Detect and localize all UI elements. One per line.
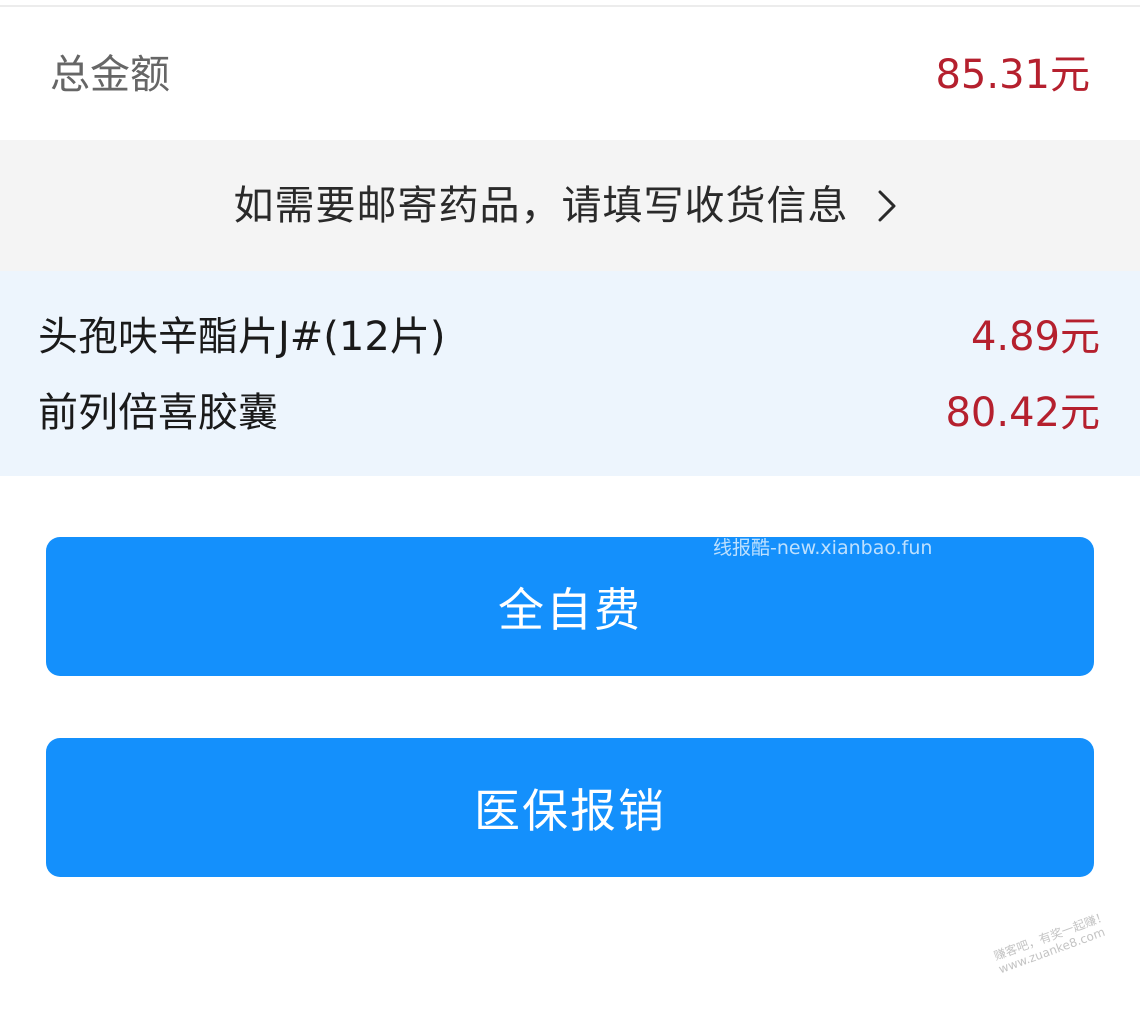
self-pay-button[interactable]: 全自费	[46, 537, 1094, 676]
drug-list: 头孢呋辛酯片J#(12片) 4.89元 前列倍喜胶囊 80.42元	[0, 271, 1140, 476]
corner-watermark: 赚客吧，有奖一起赚！ www.zuanke8.com	[992, 906, 1124, 976]
drug-name: 前列倍喜胶囊	[38, 390, 278, 436]
drug-price: 80.42元	[945, 390, 1100, 436]
total-amount-value: 85.31元	[935, 52, 1090, 98]
drug-name: 头孢呋辛酯片J#(12片)	[38, 314, 446, 360]
insurance-reimburse-button[interactable]: 医保报销	[46, 738, 1094, 877]
insurance-reimburse-button-label: 医保报销	[474, 783, 666, 838]
total-amount-row: 总金额 85.31元	[0, 7, 1140, 140]
list-item: 头孢呋辛酯片J#(12片) 4.89元	[0, 307, 1140, 367]
total-amount-label: 总金额	[50, 52, 170, 98]
list-item: 前列倍喜胶囊 80.42元	[0, 383, 1140, 443]
chevron-right-icon	[878, 190, 895, 221]
shipping-info-prompt: 如需要邮寄药品，请填写收货信息	[233, 182, 849, 229]
drug-price: 4.89元	[970, 314, 1100, 360]
site-watermark: 线报酷-new.xianbao.fun	[713, 537, 933, 559]
self-pay-button-label: 全自费	[498, 582, 642, 637]
shipping-info-link[interactable]: 如需要邮寄药品，请填写收货信息	[0, 140, 1140, 271]
payment-page: 总金额 85.31元 如需要邮寄药品，请填写收货信息 头孢呋辛酯片J#(12片)…	[0, 0, 1140, 1018]
